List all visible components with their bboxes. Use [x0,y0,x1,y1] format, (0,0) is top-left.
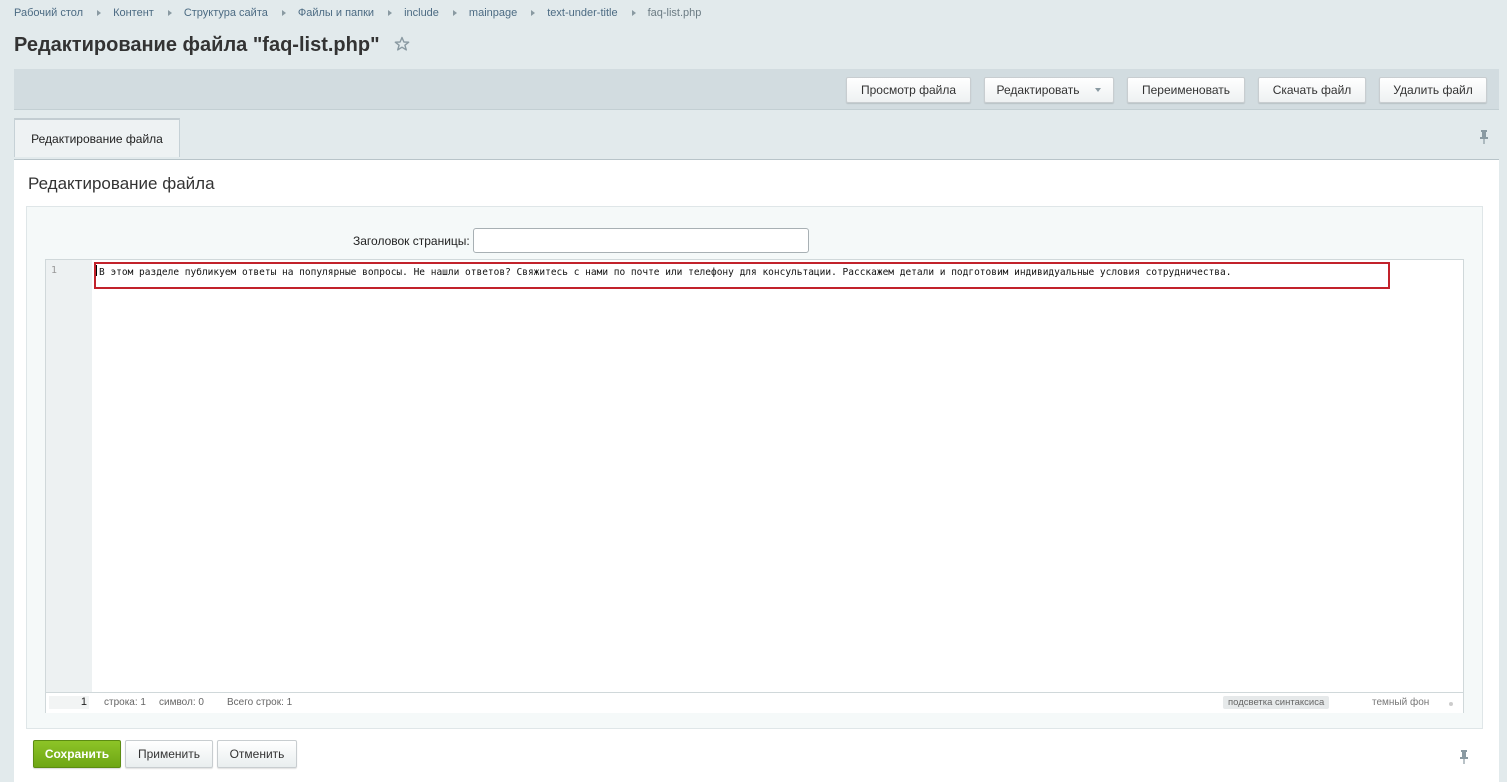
edit-form: Заголовок страницы: 1 В этом разделе пуб… [26,206,1483,729]
chevron-right-icon [281,10,286,16]
tab-edit-file[interactable]: Редактирование файла [14,118,180,157]
content-panel: Редактирование файла Заголовок страницы:… [14,160,1499,782]
goto-line-input[interactable]: 1 [49,696,89,709]
section-title: Редактирование файла [28,174,215,193]
breadcrumb-item-current: faq-list.php [647,7,702,19]
rename-file-button[interactable]: Переименовать [1127,77,1245,103]
caret-down-icon [1095,88,1102,92]
breadcrumb: Рабочий стол Контент Структура сайта Фай… [14,6,701,20]
page-title-label: Заголовок страницы: [353,234,470,248]
line-number: 1 [51,265,58,276]
cancel-button[interactable]: Отменить [217,740,297,768]
view-file-button[interactable]: Просмотр файла [846,77,971,103]
text-cursor [96,265,97,276]
page-title-heading: Редактирование файла "faq-list.php" [14,32,410,58]
chevron-right-icon [97,10,102,16]
breadcrumb-item-files-folders[interactable]: Файлы и папки [298,7,374,19]
status-total-lines: Всего строк: 1 [227,697,293,708]
chevron-right-icon [452,10,457,16]
breadcrumb-item-site-structure[interactable]: Структура сайта [184,7,268,19]
chevron-right-icon [631,10,636,16]
code-line-highlighted[interactable]: В этом разделе публикуем ответы на попул… [94,262,1390,289]
star-icon[interactable] [394,35,410,58]
tab-strip: Редактирование файла [14,118,1499,160]
page-title-input[interactable] [473,228,809,253]
file-toolbar: Просмотр файла Редактировать Переименова… [14,69,1499,110]
page-title: Редактирование файла "faq-list.php" [14,33,380,56]
chevron-right-icon [167,10,172,16]
download-file-button[interactable]: Скачать файл [1258,77,1366,103]
status-indicator-dot [1449,702,1453,706]
status-column: символ: 0 [159,697,204,708]
save-button[interactable]: Сохранить [33,740,121,768]
pin-icon[interactable] [1479,129,1489,150]
editor-statusbar: 1 строка: 1 символ: 0 Всего строк: 1 под… [46,692,1463,713]
breadcrumb-item-desktop[interactable]: Рабочий стол [14,7,83,19]
edit-button-label: Редактировать [996,83,1080,97]
breadcrumb-item-include[interactable]: include [404,7,439,19]
pin-icon[interactable] [1459,749,1469,770]
code-editor[interactable]: 1 В этом разделе публикуем ответы на поп… [45,259,1464,713]
edit-dropdown-button[interactable]: Редактировать [984,77,1114,103]
breadcrumb-item-mainpage[interactable]: mainpage [469,7,517,19]
line-gutter: 1 [46,260,92,692]
chevron-right-icon [531,10,536,16]
breadcrumb-item-content[interactable]: Контент [113,7,154,19]
breadcrumb-item-text-under-title[interactable]: text-under-title [547,7,617,19]
status-row: строка: 1 [104,697,146,708]
delete-file-button[interactable]: Удалить файл [1379,77,1487,103]
syntax-highlight-toggle[interactable]: подсветка синтаксиса [1223,696,1330,709]
apply-button[interactable]: Применить [125,740,213,768]
dark-theme-toggle[interactable]: темный фон [1372,697,1429,708]
chevron-right-icon [388,10,393,16]
